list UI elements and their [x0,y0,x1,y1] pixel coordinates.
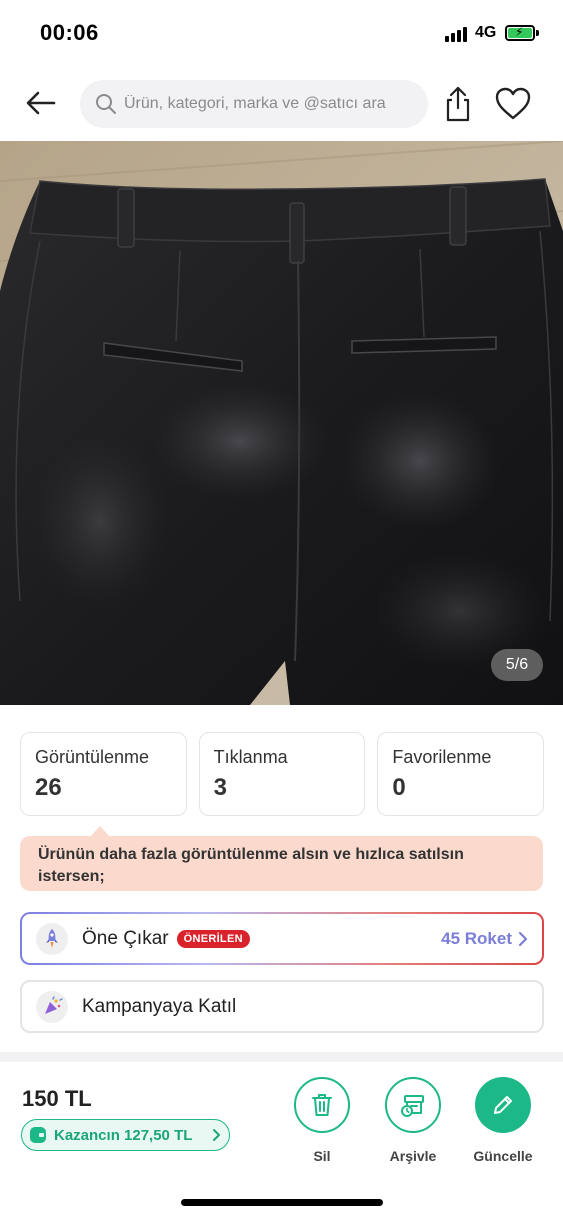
archive-button[interactable]: Arşivle [378,1077,448,1164]
stat-value: 3 [213,774,228,801]
update-label: Güncelle [473,1148,533,1164]
delete-circle [294,1077,350,1133]
price: 150 TL [22,1086,92,1111]
image-counter: 5/6 [491,649,543,681]
pencil-icon [494,1096,512,1114]
chevron-right-icon [518,931,528,946]
stat-label: Favorilenme [392,747,492,767]
share-icon [446,86,470,122]
status-bar: 00:06 4G ⚡ [0,0,563,68]
stats-row: Görüntülenme 26 Tıklanma 3 Favorilenme 0 [20,732,545,816]
highlight-label: Öne Çıkar [82,927,169,949]
network-type: 4G [475,24,497,41]
earning-label: Kazancın 127,50 TL [54,1126,193,1144]
search-icon [96,94,116,114]
stat-value: 26 [35,774,62,801]
campaign-label: Kampanyaya Katıl [82,995,237,1017]
archive-circle [385,1077,441,1133]
stat-card-favorites: Favorilenme 0 [377,732,545,816]
section-divider [0,1052,563,1062]
stat-card-clicks: Tıklanma 3 [198,732,366,816]
search-bar[interactable] [80,80,428,128]
product-image[interactable]: 5/6 [0,141,563,705]
update-circle [475,1077,531,1133]
battery-icon: ⚡ [505,25,535,41]
promotion-tip: Ürünün daha fazla görüntülenme alsın ve … [20,836,543,891]
archive-label: Arşivle [389,1148,437,1164]
campaign-option[interactable]: Kampanyaya Katıl [20,980,544,1033]
status-time: 00:06 [40,20,99,45]
battery-cap [536,30,539,36]
trash-icon [312,1094,332,1116]
delete-button[interactable]: Sil [287,1077,357,1164]
earning-pill[interactable]: Kazancın 127,50 TL [21,1119,230,1151]
chevron-right-icon [213,1129,220,1141]
arrow-left-icon [26,91,56,115]
favorite-button[interactable] [494,86,532,122]
header [0,68,563,140]
roket-cost-label: 45 Roket [441,928,512,948]
signal-icon [445,26,469,42]
campaign-icon [36,990,68,1023]
back-button[interactable] [22,86,60,120]
update-button[interactable]: Güncelle [468,1077,538,1164]
stat-label: Görüntülenme [35,747,150,767]
highlight-option[interactable]: Öne Çıkar ÖNERİLEN 45 Roket [20,912,544,965]
stat-value: 0 [392,774,406,801]
delete-label: Sil [313,1148,331,1164]
recommended-badge: ÖNERİLEN [176,929,250,948]
roket-cost: 45 Roket [441,929,528,949]
product-photo [0,141,563,705]
search-input[interactable] [124,95,414,113]
rocket-icon [36,922,68,955]
heart-icon [495,87,531,120]
stat-card-views: Görüntülenme 26 [20,732,187,816]
archive-icon [401,1095,424,1117]
home-indicator[interactable] [181,1199,383,1206]
stat-label: Tıklanma [213,747,288,767]
share-button[interactable] [440,84,476,124]
wallet-icon [30,1127,46,1143]
